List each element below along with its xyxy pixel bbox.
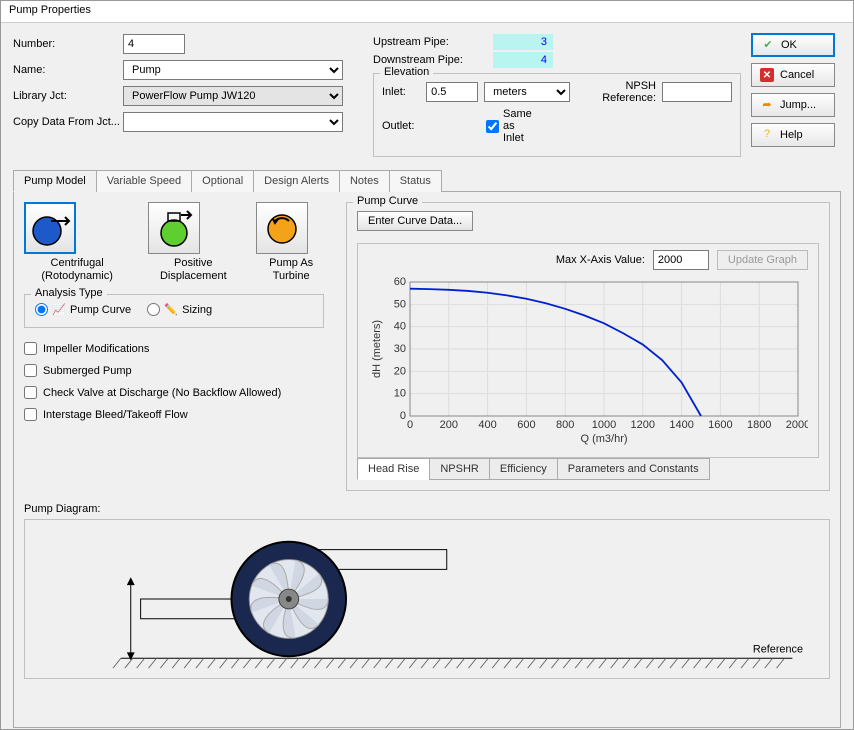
svg-text:60: 60 [394,276,406,288]
upstream-value [493,34,553,50]
mode-centrifugal[interactable]: Centrifugal (Rotodynamic) [24,202,130,283]
turbine-icon [261,207,303,249]
mode-turbine[interactable]: Pump As Turbine [256,202,326,283]
inlet-units[interactable]: meters [484,82,570,102]
downstream-value [493,52,553,68]
check-icon: ✔ [761,38,775,52]
pencil-icon: ✏️ [164,303,178,317]
check-interstage[interactable]: Interstage Bleed/Takeoff Flow [24,404,324,426]
pump-curve-chart: 0 200 400 600 800 1000 1200 1400 1600 1800 2000 0 10… [368,276,808,446]
jump-icon: ➦ [760,98,774,112]
number-label: Number: [13,38,123,50]
tab-notes[interactable]: Notes [339,170,390,192]
ok-button[interactable]: ✔OK [751,33,835,57]
maxx-label: Max X-Axis Value: [556,254,645,266]
inlet-input[interactable] [426,82,478,102]
npsh-input [662,82,732,102]
number-input[interactable] [123,34,185,54]
tab-pump-model[interactable]: Pump Model [13,170,97,192]
tab-optional[interactable]: Optional [191,170,254,192]
elevation-group: Elevation Inlet: meters NPSH Reference: … [373,73,741,157]
svg-text:1000: 1000 [592,419,616,431]
x-icon: ✕ [760,68,774,82]
check-submerged[interactable]: Submerged Pump [24,360,324,382]
svg-text:20: 20 [394,366,406,378]
svg-text:1200: 1200 [631,419,655,431]
diagram-label: Pump Diagram: [24,503,830,515]
centrifugal-icon [29,207,71,249]
check-checkvalve[interactable]: Check Valve at Discharge (No Backflow Al… [24,382,324,404]
copy-label: Copy Data From Jct... [13,116,123,128]
jump-button[interactable]: ➦Jump... [751,93,835,117]
svg-text:50: 50 [394,299,406,311]
radio-sizing[interactable]: ✏️Sizing [147,303,212,317]
svg-text:800: 800 [556,419,574,431]
chart-tab-npshr[interactable]: NPSHR [429,458,490,480]
svg-text:10: 10 [394,388,406,400]
analysis-type-group: Analysis Type 📈Pump Curve ✏️Sizing [24,294,324,328]
enter-curve-button[interactable]: Enter Curve Data... [357,211,473,231]
pump-diagram: Reference [24,519,830,679]
positive-icon [153,207,195,249]
svg-text:dH (meters): dH (meters) [371,320,383,378]
chart-box: Max X-Axis Value: Update Graph 020040060… [357,243,819,458]
chart-tab-head[interactable]: Head Rise [357,458,430,480]
update-graph-button[interactable]: Update Graph [717,250,808,270]
copy-select[interactable] [123,112,343,132]
window-title: Pump Properties [1,1,853,23]
check-impeller[interactable]: Impeller Modifications [24,338,324,360]
help-button[interactable]: ?Help [751,123,835,147]
svg-text:1400: 1400 [669,419,693,431]
library-select[interactable]: PowerFlow Pump JW120 [123,86,343,106]
downstream-label: Downstream Pipe: [373,54,493,66]
tab-design-alerts[interactable]: Design Alerts [253,170,340,192]
chart-tab-eff[interactable]: Efficiency [489,458,558,480]
pump-curve-group: Pump Curve Enter Curve Data... Max X-Axi… [346,202,830,491]
npsh-label: NPSH Reference: [576,80,656,104]
name-label: Name: [13,64,123,76]
main-tabs: Pump Model Variable Speed Optional Desig… [13,169,841,192]
svg-text:30: 30 [394,343,406,355]
name-select[interactable]: Pump [123,60,343,80]
same-as-inlet-check[interactable]: Same as Inlet [486,108,526,144]
svg-text:2000: 2000 [786,419,808,431]
chart-tab-params[interactable]: Parameters and Constants [557,458,710,480]
radio-pump-curve[interactable]: 📈Pump Curve [35,303,131,317]
maxx-input[interactable] [653,250,709,270]
svg-text:40: 40 [394,321,406,333]
svg-text:1800: 1800 [747,419,771,431]
mode-positive[interactable]: Positive Displacement [148,202,238,283]
svg-text:Q (m3/hr): Q (m3/hr) [580,433,627,445]
elevation-caption: Elevation [380,66,433,78]
outlet-label: Outlet: [382,120,422,132]
curve-icon: 📈 [52,303,66,317]
tab-variable-speed[interactable]: Variable Speed [96,170,192,192]
upstream-label: Upstream Pipe: [373,36,493,48]
library-label: Library Jct: [13,90,123,102]
help-icon: ? [760,128,774,142]
svg-text:600: 600 [517,419,535,431]
svg-text:0: 0 [400,410,406,422]
svg-text:200: 200 [440,419,458,431]
svg-text:1600: 1600 [708,419,732,431]
svg-text:Reference: Reference [753,644,803,656]
tab-status[interactable]: Status [389,170,442,192]
svg-text:400: 400 [478,419,496,431]
cancel-button[interactable]: ✕Cancel [751,63,835,87]
inlet-label: Inlet: [382,86,420,98]
same-as-inlet-checkbox[interactable] [486,120,499,133]
svg-text:0: 0 [407,419,413,431]
